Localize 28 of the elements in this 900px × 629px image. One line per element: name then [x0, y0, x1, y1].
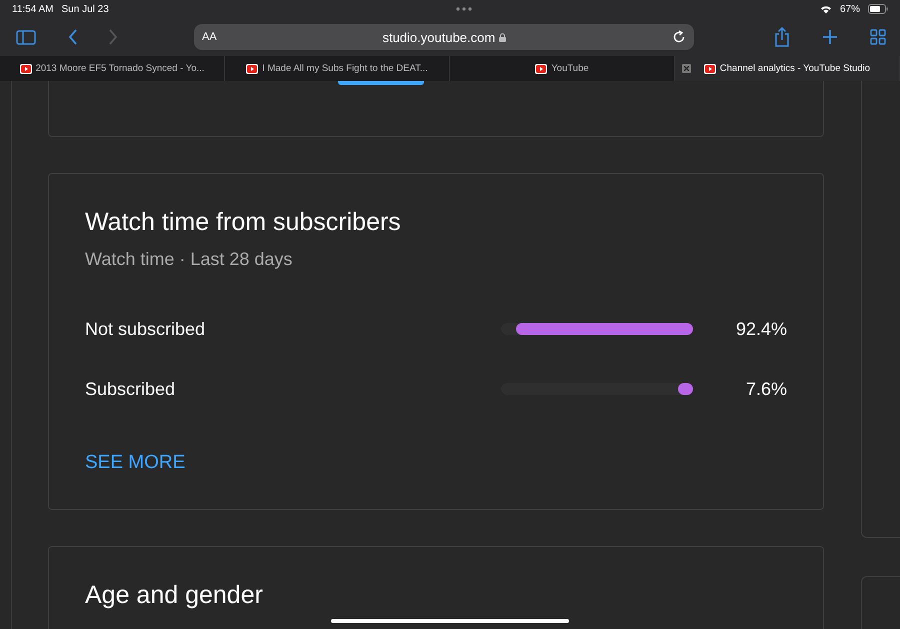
see-more-link[interactable]: SEE MORE: [85, 452, 186, 474]
status-date: Sun Jul 23: [62, 4, 109, 14]
sidebar-icon[interactable]: [16, 30, 36, 44]
row-label: Not subscribed: [85, 318, 206, 340]
row-percentage: 7.6%: [744, 378, 787, 400]
youtube-icon: [20, 64, 32, 74]
card-title: Age and gender: [85, 581, 264, 610]
row-label: Subscribed: [85, 378, 176, 400]
battery-percent: 67%: [840, 4, 860, 14]
card-subtitle: Watch time · Last 28 days: [85, 249, 294, 270]
share-icon[interactable]: [774, 27, 790, 47]
plus-icon[interactable]: [822, 29, 838, 45]
row-percentage: 92.4%: [734, 318, 787, 340]
browser-tab[interactable]: Channel analytics - YouTube Studio: [675, 56, 900, 81]
youtube-icon: [704, 64, 716, 74]
youtube-icon: [535, 64, 548, 74]
more-dots-icon[interactable]: [455, 7, 474, 11]
back-icon[interactable]: [68, 29, 78, 45]
battery-icon: [868, 4, 888, 14]
address-bar[interactable]: AA studio.youtube.com: [194, 24, 694, 50]
card-title: Watch time from subscribers: [85, 208, 402, 237]
youtube-icon: [246, 64, 258, 74]
tabs-grid-icon[interactable]: [870, 29, 886, 45]
status-time: 11:54 AM: [12, 4, 54, 14]
wifi-icon: [820, 4, 832, 14]
close-icon[interactable]: [682, 64, 691, 73]
lock-icon: [499, 32, 506, 42]
reload-icon[interactable]: [672, 30, 686, 44]
